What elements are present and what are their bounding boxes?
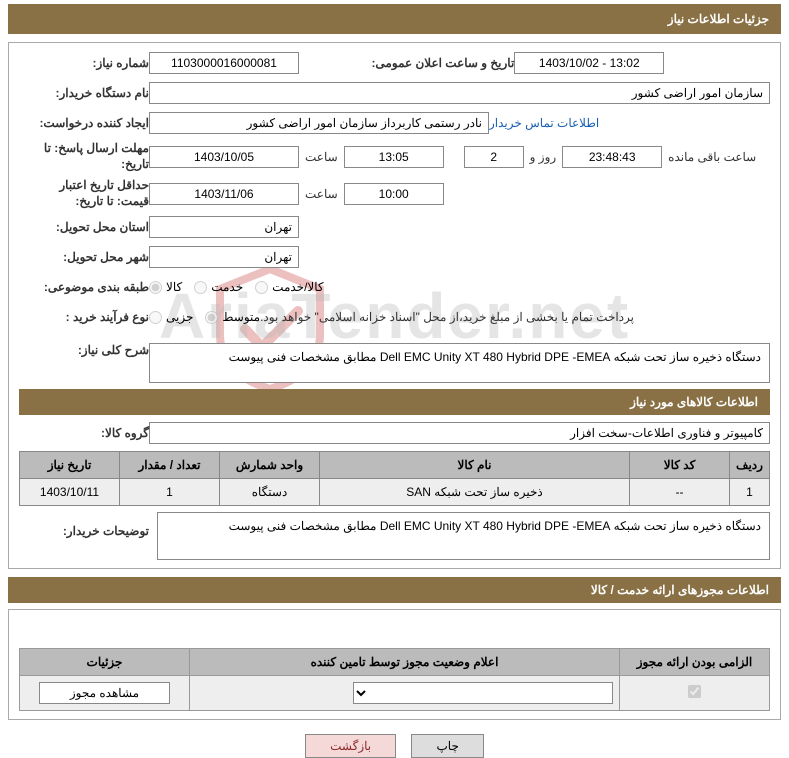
goods-section-title: اطلاعات کالاهای مورد نیاز [19, 389, 770, 415]
response-time-value: 13:05 [344, 146, 444, 168]
goods-table: ردیف کد کالا نام کالا واحد شمارش تعداد /… [19, 451, 770, 506]
remaining-label: ساعت باقی مانده [662, 150, 762, 164]
price-validity-time-value: 10:00 [344, 183, 444, 205]
goods-group-value: کامپیوتر و فناوری اطلاعات-سخت افزار [149, 422, 770, 444]
status-select[interactable] [353, 682, 613, 704]
category-service-text: خدمت [211, 280, 243, 294]
col-name: نام کالا [320, 452, 630, 479]
goods-group-label: گروه کالا: [19, 426, 149, 440]
action-bar: چاپ بازگشت [8, 734, 781, 758]
category-goods-service-radio [255, 281, 268, 294]
need-number-label: شماره نیاز: [19, 56, 149, 70]
delivery-city-label: شهر محل تحویل: [19, 250, 149, 264]
response-deadline-label: مهلت ارسال پاسخ: تا تاریخ: [19, 141, 149, 172]
col-code: کد کالا [630, 452, 730, 479]
category-goods-service-text: کالا/خدمت [272, 280, 323, 294]
mandatory-checkbox [688, 685, 701, 698]
announce-datetime-value: 1403/10/02 - 13:02 [514, 52, 664, 74]
category-goods-text: کالا [166, 280, 182, 294]
buyer-notes-label: توضیحات خریدار: [19, 512, 149, 538]
process-medium-text: متوسط [222, 310, 260, 324]
process-medium-radio [205, 311, 218, 324]
process-partial-text: جزیی [166, 310, 193, 324]
col-row: ردیف [730, 452, 770, 479]
process-type-label: نوع فرآیند خرید : [19, 310, 149, 324]
time-label-2: ساعت [299, 187, 344, 201]
announce-datetime-label: تاریخ و ساعت اعلان عمومی: [344, 56, 514, 70]
general-desc-value: دستگاه ذخیره ساز تحت شبکه Dell EMC Unity… [149, 343, 770, 383]
cell-row: 1 [730, 479, 770, 506]
license-table: الزامی بودن ارائه مجوز اعلام وضعیت مجوز … [19, 648, 770, 711]
cell-qty: 1 [120, 479, 220, 506]
price-validity-label: حداقل تاریخ اعتبار قیمت: تا تاریخ: [19, 178, 149, 209]
category-label: طبقه بندی موضوعی: [19, 280, 149, 294]
buyer-notes-value: دستگاه ذخیره ساز تحت شبکه Dell EMC Unity… [157, 512, 770, 560]
cell-need-date: 1403/10/11 [20, 479, 120, 506]
cell-name: ذخیره ساز تحت شبکه SAN [320, 479, 630, 506]
col-mandatory: الزامی بودن ارائه مجوز [620, 649, 770, 676]
delivery-province-label: استان محل تحویل: [19, 220, 149, 234]
remaining-time-value: 23:48:43 [562, 146, 662, 168]
need-number-value: 1103000016000081 [149, 52, 299, 74]
requester-label: ایجاد کننده درخواست: [19, 116, 149, 130]
process-note: پرداخت تمام یا بخشی از مبلغ خرید،از محل … [260, 310, 634, 324]
main-panel: شماره نیاز: 1103000016000081 تاریخ و ساع… [8, 42, 781, 569]
days-and-label: روز و [524, 150, 563, 164]
col-status: اعلام وضعیت مجوز توسط تامین کننده [190, 649, 620, 676]
col-details: جزئیات [20, 649, 190, 676]
time-label-1: ساعت [299, 150, 344, 164]
print-button[interactable]: چاپ [411, 734, 483, 758]
page-title: جزئیات اطلاعات نیاز [8, 4, 781, 34]
buyer-org-value: سازمان امور اراضی کشور [149, 82, 770, 104]
view-license-button[interactable]: مشاهده مجوز [39, 682, 170, 704]
category-service-radio [194, 281, 207, 294]
delivery-province-value: تهران [149, 216, 299, 238]
contact-link[interactable]: اطلاعات تماس خریدار [489, 116, 599, 130]
category-goods-radio [149, 281, 162, 294]
general-desc-label: شرح کلی نیاز: [19, 343, 149, 357]
table-row: 1 -- ذخیره ساز تحت شبکه SAN دستگاه 1 140… [20, 479, 770, 506]
price-validity-date-value: 1403/11/06 [149, 183, 299, 205]
col-need-date: تاریخ نیاز [20, 452, 120, 479]
requester-value: نادر رستمی کاربرداز سازمان امور اراضی کش… [149, 112, 489, 134]
process-partial-radio [149, 311, 162, 324]
remaining-days-value: 2 [464, 146, 524, 168]
buyer-org-label: نام دستگاه خریدار: [19, 86, 149, 100]
license-panel: الزامی بودن ارائه مجوز اعلام وضعیت مجوز … [8, 609, 781, 720]
response-date-value: 1403/10/05 [149, 146, 299, 168]
col-unit: واحد شمارش [220, 452, 320, 479]
license-section-title: اطلاعات مجوزهای ارائه خدمت / کالا [8, 577, 781, 603]
cell-unit: دستگاه [220, 479, 320, 506]
cell-code: -- [630, 479, 730, 506]
col-qty: تعداد / مقدار [120, 452, 220, 479]
delivery-city-value: تهران [149, 246, 299, 268]
back-button[interactable]: بازگشت [305, 734, 396, 758]
license-row: مشاهده مجوز [20, 676, 770, 711]
